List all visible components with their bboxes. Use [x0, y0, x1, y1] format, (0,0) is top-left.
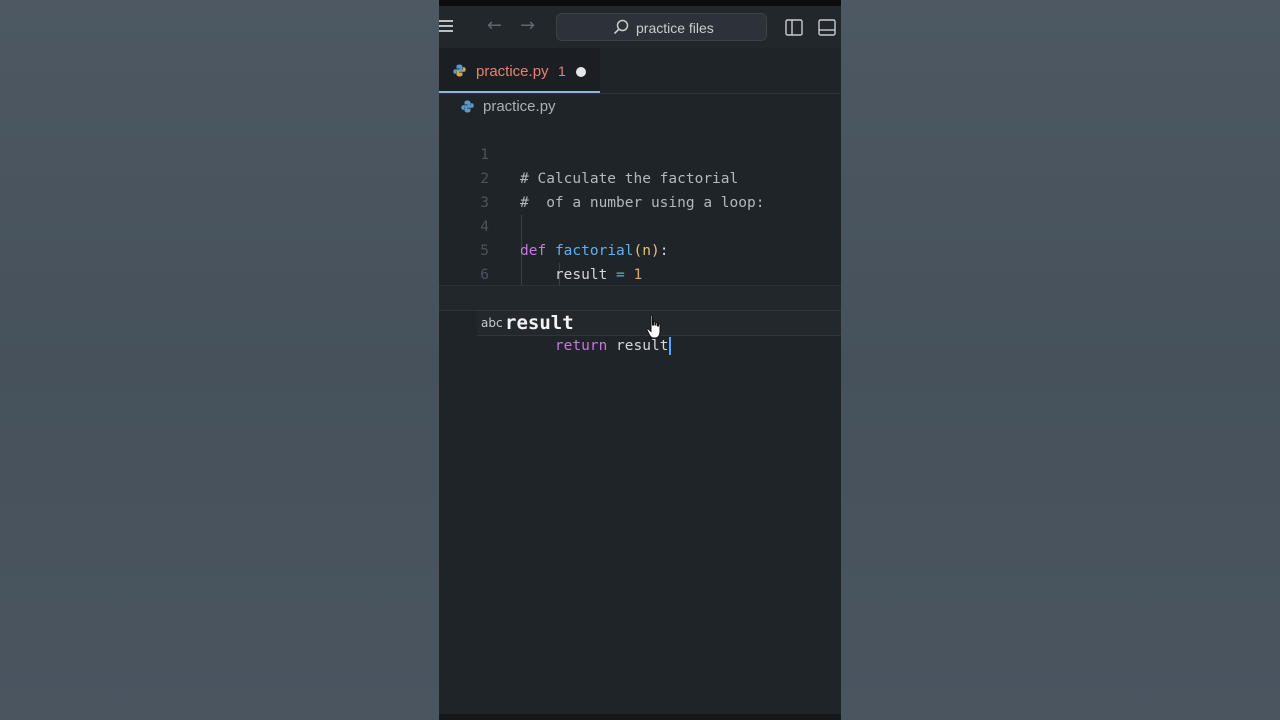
code-line-8[interactable]: 8 return result	[439, 285, 841, 355]
editor-window: ← → practice files practice.py 1 practic…	[439, 0, 841, 720]
code-editor[interactable]: 1 # Calculate the factorial 2 # of a num…	[439, 119, 841, 719]
text-suggestion-icon: abc	[481, 316, 503, 330]
title-bar: ← → practice files	[439, 6, 841, 48]
problem-count-badge: 1	[558, 63, 566, 79]
video-backdrop-right	[841, 0, 1280, 720]
tab-bar: practice.py 1	[439, 48, 841, 94]
toggle-sidebar-icon[interactable]	[785, 19, 803, 36]
code-line-2[interactable]: 2 # of a number using a loop:	[439, 143, 841, 211]
arrow-left-icon[interactable]: ←	[487, 15, 502, 36]
toggle-panel-icon[interactable]	[818, 19, 836, 36]
search-icon	[613, 19, 629, 35]
python-file-icon	[453, 64, 466, 77]
text-cursor	[669, 337, 672, 355]
bottom-bezel	[439, 714, 841, 720]
unsaved-dot-icon[interactable]	[576, 67, 586, 77]
code-line-6[interactable]: 6 for i in range(1, n + 1):	[439, 239, 841, 307]
code-line-1[interactable]: 1 # Calculate the factorial	[439, 119, 841, 187]
code-line-7[interactable]: 7 result * = i	[439, 263, 841, 331]
search-text: practice files	[636, 20, 714, 36]
tab-label: practice.py	[476, 63, 549, 80]
code-line-3[interactable]: 3	[439, 167, 841, 211]
code-line-5[interactable]: 5 result = 1	[439, 215, 841, 283]
arrow-right-icon[interactable]: →	[520, 15, 535, 36]
breadcrumb: practice.py	[439, 94, 841, 120]
code-line-4[interactable]: 4 def factorial(n):	[439, 191, 841, 259]
tab-practice-py[interactable]: practice.py 1	[439, 48, 600, 93]
hand-pointer-icon	[646, 314, 661, 339]
video-backdrop-left	[0, 0, 439, 720]
breadcrumb-file[interactable]: practice.py	[483, 98, 556, 115]
menu-icon[interactable]	[439, 20, 453, 32]
suggestion-item[interactable]: result	[505, 312, 574, 334]
python-file-icon	[461, 100, 474, 113]
command-center-search[interactable]: practice files	[556, 13, 767, 41]
